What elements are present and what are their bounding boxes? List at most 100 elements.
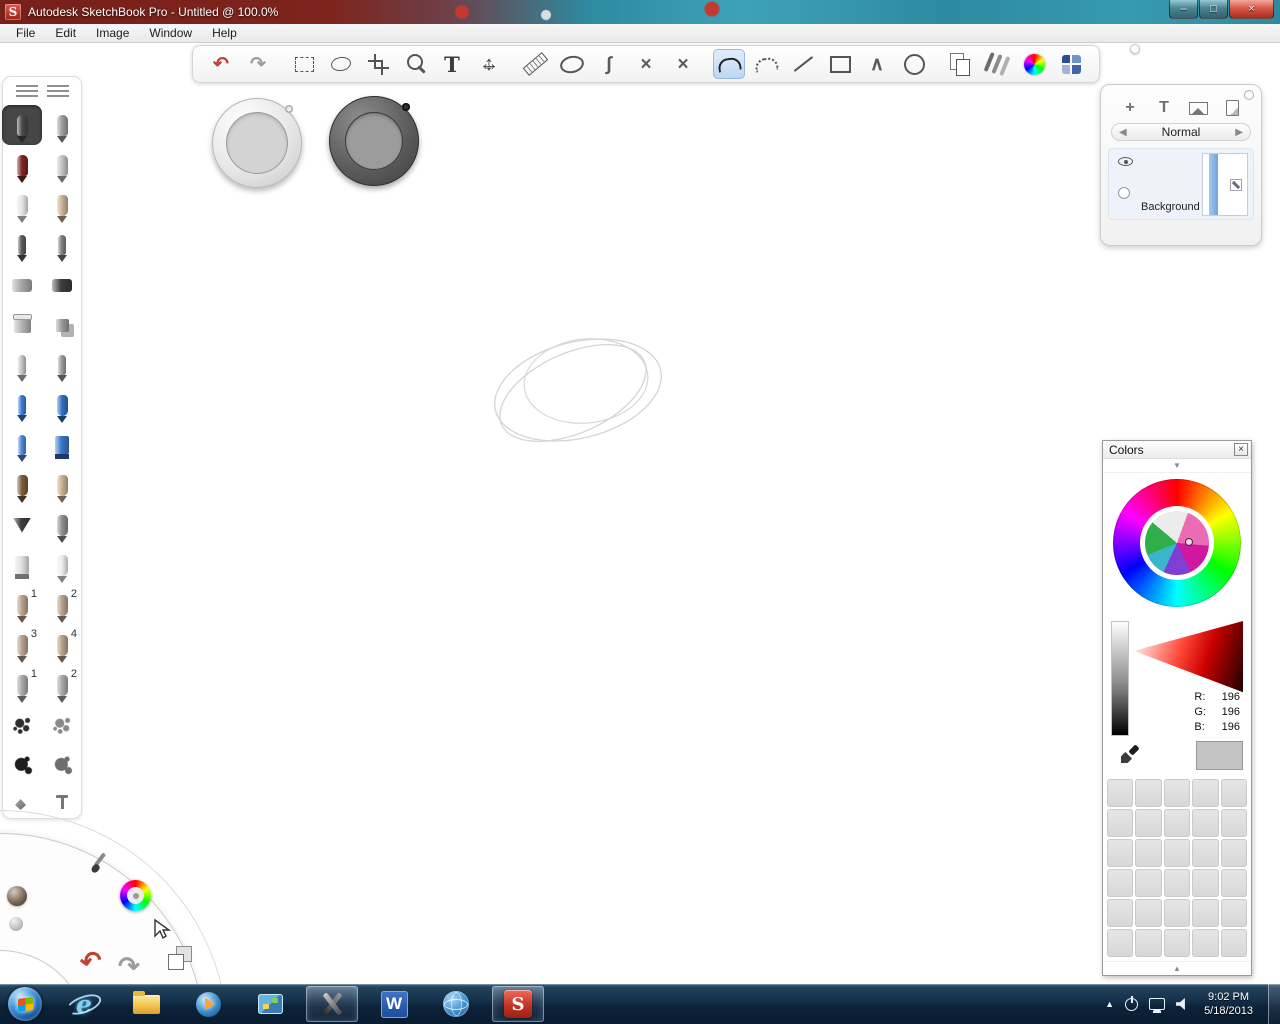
brush-eraser-block[interactable]: [2, 265, 42, 305]
lagoon-undo-button[interactable]: ↶: [78, 947, 103, 976]
french-curve-tool[interactable]: ∫: [593, 49, 625, 79]
color-swatch[interactable]: [1192, 779, 1218, 807]
brush-brush-brown[interactable]: [2, 465, 42, 505]
color-swatch[interactable]: [1221, 899, 1247, 927]
brush-airbrush-silver[interactable]: [2, 345, 42, 385]
color-swatch[interactable]: [1135, 779, 1161, 807]
zoom-tool[interactable]: [399, 49, 431, 79]
saturation-area[interactable]: R:196 G:196 B:196: [1134, 621, 1243, 736]
draw-style-rectangle-tool[interactable]: [824, 49, 856, 79]
text-layer-button[interactable]: T: [1152, 99, 1176, 117]
color-swatch[interactable]: [1164, 779, 1190, 807]
undo-tool[interactable]: ↶: [205, 49, 237, 79]
draw-style-dotted-tool[interactable]: [750, 49, 782, 79]
color-swatch[interactable]: [1221, 839, 1247, 867]
lagoon-cursor-icon[interactable]: [152, 918, 174, 940]
taskbar-media-player[interactable]: [182, 986, 234, 1022]
color-swatch[interactable]: [1107, 779, 1133, 807]
pin-icon[interactable]: [55, 795, 69, 810]
brush-pencil[interactable]: [2, 105, 42, 145]
start-button[interactable]: [8, 987, 42, 1021]
color-swatch[interactable]: [1107, 899, 1133, 927]
brush-detail-1[interactable]: 1: [2, 585, 42, 625]
color-swatch[interactable]: [1192, 839, 1218, 867]
brush-brush-beige[interactable]: [42, 465, 82, 505]
brush-paint-bucket[interactable]: [2, 305, 42, 345]
color-swatch[interactable]: [1221, 929, 1247, 957]
colors-close-button[interactable]: ×: [1234, 443, 1248, 456]
brush-pencil-hard[interactable]: [42, 105, 82, 145]
color-swatch[interactable]: [1164, 929, 1190, 957]
brush-detail-3[interactable]: 3: [2, 625, 42, 665]
brush-texture-1[interactable]: 1: [2, 665, 42, 705]
menu-image[interactable]: Image: [86, 24, 139, 43]
new-page-button[interactable]: [1220, 99, 1244, 117]
layer-visibility-eye-icon[interactable]: [1118, 157, 1133, 166]
volume-icon[interactable]: [1176, 998, 1189, 1010]
brush-blot-dark[interactable]: [2, 745, 42, 785]
layer-editor-tool[interactable]: [1055, 49, 1087, 79]
brush-blot-gray[interactable]: [42, 745, 82, 785]
color-swatch[interactable]: [1192, 899, 1218, 927]
color-swatch[interactable]: [1164, 839, 1190, 867]
taskbar-sketchbook-tools[interactable]: [306, 986, 358, 1022]
color-swatch[interactable]: [1135, 929, 1161, 957]
colors-expand-strip[interactable]: ▲: [1103, 961, 1251, 975]
brush-pen-fine[interactable]: [2, 225, 42, 265]
ruler-tool[interactable]: [519, 49, 551, 79]
color-swatch[interactable]: [1192, 809, 1218, 837]
color-swatch[interactable]: [1107, 869, 1133, 897]
brush-round-white[interactable]: [42, 545, 82, 585]
layer-select-radio[interactable]: [1118, 187, 1130, 199]
color-swatch[interactable]: [1192, 869, 1218, 897]
brush-brush-tan[interactable]: [42, 185, 82, 225]
layer-row-background[interactable]: Background: [1108, 148, 1254, 220]
redo-tool[interactable]: ↷: [242, 49, 274, 79]
toolbar-collapse-handle[interactable]: [1130, 44, 1140, 54]
draw-style-curve-tool[interactable]: [713, 49, 745, 79]
brush-opacity-puck[interactable]: [329, 96, 419, 186]
close-button[interactable]: ×: [1229, 0, 1274, 19]
eyedropper-button[interactable]: [1111, 741, 1147, 769]
brush-brush-blue[interactable]: [42, 385, 82, 425]
color-swatch[interactable]: [1135, 869, 1161, 897]
show-desktop-button[interactable]: [1268, 984, 1280, 1024]
brush-spatter-dark[interactable]: [2, 705, 42, 745]
brush-properties-icon[interactable]: [16, 85, 38, 98]
minimize-button[interactable]: –: [1169, 0, 1198, 19]
taskbar-internet-explorer[interactable]: e: [58, 986, 110, 1022]
brush-copic-multi[interactable]: [42, 305, 82, 345]
brush-detail-2[interactable]: 2: [42, 585, 82, 625]
color-editor-tool[interactable]: [1018, 49, 1050, 79]
crop-tool[interactable]: [362, 49, 394, 79]
network-icon[interactable]: [1149, 998, 1165, 1010]
color-swatch[interactable]: [1135, 899, 1161, 927]
brush-airbrush-gray[interactable]: [42, 345, 82, 385]
layer-scrollbar[interactable]: [1209, 154, 1218, 215]
brush-pen-blue-tip[interactable]: [2, 385, 42, 425]
brush-list-icon[interactable]: [47, 85, 69, 98]
color-swatch[interactable]: [1135, 809, 1161, 837]
color-harmony-wheel[interactable]: [1145, 511, 1209, 575]
lagoon-color-puck[interactable]: [120, 880, 151, 911]
brush-library-tool[interactable]: [981, 49, 1013, 79]
symmetry-y-tool[interactable]: ×: [630, 49, 662, 79]
brush-detail-4[interactable]: 4: [42, 625, 82, 665]
menu-window[interactable]: Window: [139, 24, 202, 43]
taskbar-network-globe[interactable]: [430, 986, 482, 1022]
lagoon-redo-button[interactable]: ↷: [118, 953, 140, 979]
taskbar-generic-app[interactable]: [244, 986, 296, 1022]
text-tool[interactable]: T: [436, 49, 468, 79]
lagoon-layers-icon[interactable]: [168, 946, 192, 970]
brush-spatter-gray[interactable]: [42, 705, 82, 745]
color-swatch[interactable]: [1221, 869, 1247, 897]
draw-style-polyline-tool[interactable]: ∧: [861, 49, 893, 79]
color-swatch[interactable]: [1192, 929, 1218, 957]
menu-file[interactable]: File: [6, 24, 45, 43]
brush-flat-white[interactable]: [2, 545, 42, 585]
blend-next-button[interactable]: ▶: [1235, 127, 1243, 138]
symmetry-x-tool[interactable]: ×: [667, 49, 699, 79]
draw-style-line-tool[interactable]: [787, 49, 819, 79]
taskbar-word[interactable]: W: [368, 986, 420, 1022]
brush-pen-blue[interactable]: [2, 425, 42, 465]
